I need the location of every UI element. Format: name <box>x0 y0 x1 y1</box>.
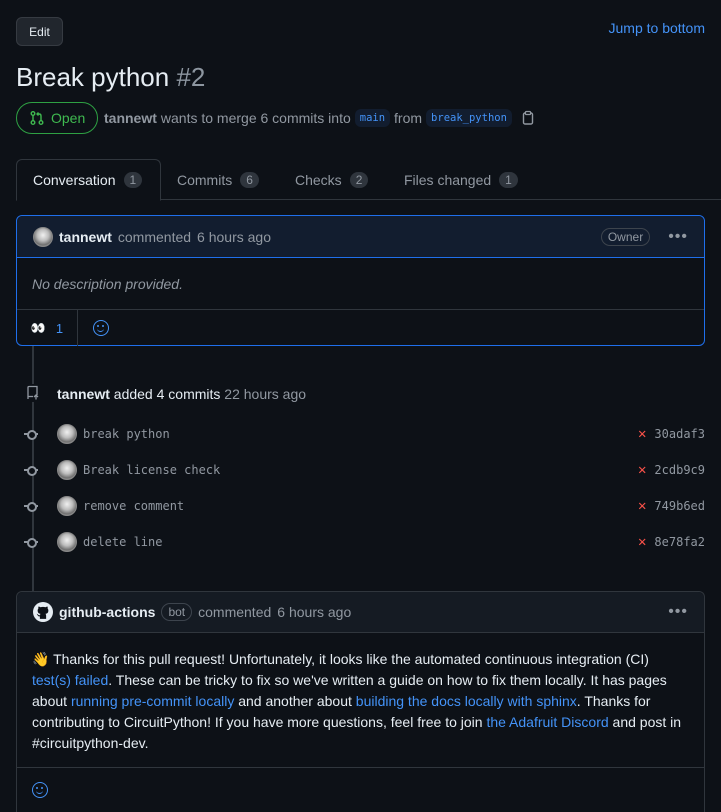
comment-author[interactable]: tannewt <box>59 229 112 245</box>
base-branch[interactable]: main <box>354 109 391 127</box>
copy-icon[interactable] <box>520 110 536 126</box>
comment-text: and another about <box>234 693 356 709</box>
comment-header: github-actions bot commented 6 hours ago… <box>17 592 704 633</box>
comment-author[interactable]: github-actions <box>59 604 155 620</box>
wave-emoji: 👋 <box>32 651 50 667</box>
tab-commits[interactable]: Commits 6 <box>161 159 275 200</box>
comment-text: Thanks for this pull request! Unfortunat… <box>53 651 649 667</box>
tab-files-changed[interactable]: Files changed 1 <box>388 159 534 200</box>
comment-header: tannewt commented 6 hours ago Owner ••• <box>17 216 704 258</box>
head-branch[interactable]: break_python <box>426 109 512 127</box>
pr-number: #2 <box>176 62 206 92</box>
bot-badge: bot <box>161 603 193 621</box>
owner-badge: Owner <box>600 227 651 246</box>
jump-to-bottom-link[interactable]: Jump to bottom <box>609 20 706 36</box>
tab-counter: 2 <box>349 171 369 188</box>
fail-icon[interactable]: ✕ <box>638 498 646 514</box>
fail-icon[interactable]: ✕ <box>638 462 646 478</box>
event-time[interactable]: 22 hours ago <box>224 386 306 402</box>
event-action: added 4 commits <box>113 386 221 402</box>
tab-counter: 1 <box>499 171 518 188</box>
repo-push-icon <box>24 384 42 402</box>
sphinx-docs-link[interactable]: building the docs locally with sphinx <box>356 693 577 709</box>
commit-icon <box>24 427 38 441</box>
bot-comment-card: github-actions bot commented 6 hours ago… <box>16 591 705 812</box>
commit-icon <box>24 499 38 513</box>
avatar[interactable] <box>57 460 77 480</box>
tab-bar: Conversation 1 Commits 6 Checks 2 Files … <box>16 159 721 201</box>
list-item: delete line ✕ 8e78fa2 <box>24 524 705 560</box>
status-badge: Open <box>16 102 99 134</box>
avatar[interactable] <box>33 226 53 247</box>
comment-body: 👋 Thanks for this pull request! Unfortun… <box>17 633 704 768</box>
status-label: Open <box>51 110 86 126</box>
eyes-icon: 👀 <box>30 321 46 335</box>
smiley-icon <box>32 782 48 798</box>
author-link[interactable]: tannewt <box>104 110 157 126</box>
tab-label: Checks <box>295 171 342 188</box>
fail-icon[interactable]: ✕ <box>638 426 646 442</box>
comment-time[interactable]: 6 hours ago <box>197 229 271 245</box>
list-item: break python ✕ 30adaf3 <box>24 416 705 452</box>
merge-text: wants to merge 6 commits into <box>160 110 351 126</box>
tab-label: Files changed <box>404 171 492 188</box>
pre-commit-link[interactable]: running pre-commit locally <box>71 693 234 709</box>
more-options-icon[interactable]: ••• <box>668 228 688 246</box>
tab-label: Commits <box>177 171 233 188</box>
commit-sha[interactable]: 8e78fa2 <box>654 535 705 549</box>
avatar[interactable] <box>57 424 77 444</box>
tab-conversation[interactable]: Conversation 1 <box>16 159 161 201</box>
comment-time[interactable]: 6 hours ago <box>277 604 351 620</box>
discord-link[interactable]: the Adafruit Discord <box>486 714 608 730</box>
commit-sha[interactable]: 30adaf3 <box>654 427 705 441</box>
list-item: remove comment ✕ 749b6ed <box>24 488 705 524</box>
comment-action: commented <box>117 228 192 245</box>
pr-title: Break python <box>16 62 170 92</box>
eyes-reaction-button[interactable]: 👀 1 <box>17 310 78 346</box>
pull-request-icon <box>30 111 44 125</box>
smiley-icon <box>93 320 109 336</box>
tab-label: Conversation <box>33 172 116 188</box>
commit-sha[interactable]: 2cdb9c9 <box>654 463 705 477</box>
add-reaction-button[interactable] <box>93 320 109 336</box>
reaction-count: 1 <box>55 320 64 336</box>
commit-message[interactable]: remove comment <box>83 499 184 513</box>
edit-button[interactable]: Edit <box>16 17 63 46</box>
fail-icon[interactable]: ✕ <box>638 534 646 550</box>
commit-sha[interactable]: 749b6ed <box>654 499 705 513</box>
commit-icon <box>24 535 38 549</box>
merge-summary: tannewt wants to merge 6 commits into ma… <box>104 109 536 127</box>
commit-message[interactable]: break python <box>83 427 170 441</box>
reactions-bar <box>17 768 704 812</box>
comment-text: No description provided. <box>32 275 183 292</box>
github-logo-icon[interactable] <box>33 602 53 622</box>
avatar[interactable] <box>57 496 77 516</box>
from-text: from <box>394 110 423 126</box>
tab-counter: 1 <box>123 172 143 188</box>
add-reaction-button[interactable] <box>32 782 48 798</box>
tab-counter: 6 <box>240 171 259 188</box>
reactions-bar: 👀 1 <box>17 310 704 346</box>
more-options-icon[interactable]: ••• <box>668 603 688 621</box>
commit-icon <box>24 463 38 477</box>
avatar[interactable] <box>57 532 77 552</box>
commit-message[interactable]: delete line <box>83 535 162 549</box>
test-failed-link[interactable]: test(s) failed <box>32 672 108 688</box>
comment-body: No description provided. <box>17 258 704 310</box>
comment-card: tannewt commented 6 hours ago Owner ••• … <box>16 215 705 346</box>
tab-checks[interactable]: Checks 2 <box>279 159 384 200</box>
commits-event-summary: tannewt added 4 commits 22 hours ago <box>57 386 306 402</box>
page-title: Break python #2 <box>16 62 205 93</box>
comment-action: commented <box>198 604 272 620</box>
event-author[interactable]: tannewt <box>57 386 110 402</box>
list-item: Break license check ✕ 2cdb9c9 <box>24 452 705 488</box>
commit-message[interactable]: Break license check <box>83 463 220 477</box>
